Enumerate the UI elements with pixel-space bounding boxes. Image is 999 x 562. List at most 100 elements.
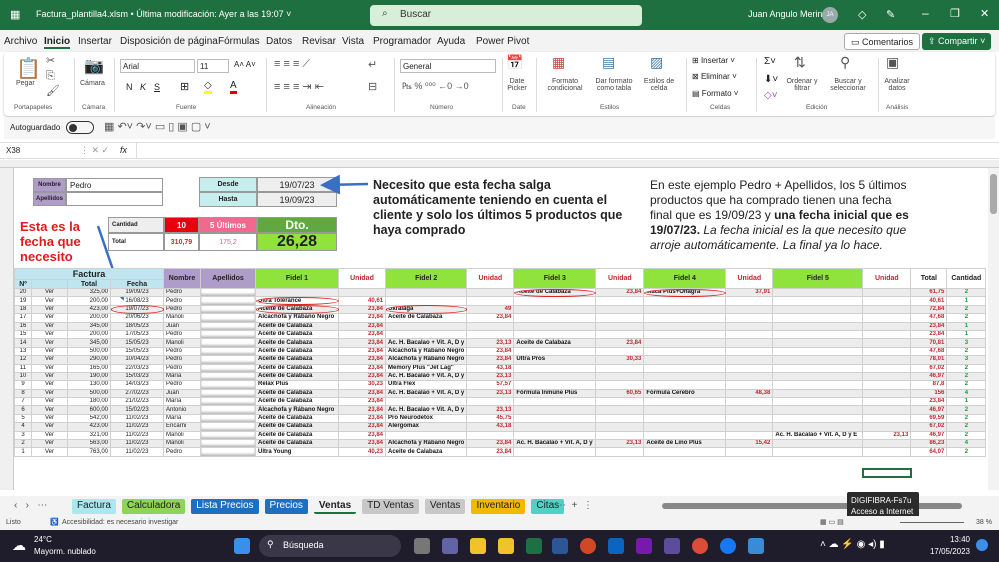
table-cell[interactable]	[595, 397, 645, 407]
table-cell[interactable]	[772, 355, 864, 365]
table-cell[interactable]	[200, 405, 256, 415]
table-cell[interactable]: Pedro	[163, 287, 201, 298]
table-cell[interactable]	[595, 422, 645, 432]
column-header[interactable]: Unidad	[466, 268, 515, 289]
table-cell[interactable]: 23,84	[466, 355, 515, 365]
table-cell[interactable]	[725, 380, 774, 390]
ver-link[interactable]: Ver	[31, 413, 68, 424]
table-cell[interactable]: 23,84	[338, 422, 386, 432]
ver-link[interactable]: Ver	[31, 439, 68, 449]
table-cell[interactable]: Pedro	[163, 329, 201, 340]
table-cell[interactable]: 15/05/23	[110, 338, 164, 348]
table-cell[interactable]: 57,57	[466, 380, 515, 390]
file-explorer-icon[interactable]	[470, 538, 486, 554]
table-cell[interactable]	[862, 329, 912, 340]
table-cell[interactable]: María	[163, 413, 201, 424]
table-cell[interactable]: 2	[946, 380, 987, 390]
table-cell[interactable]: 23,84	[338, 363, 386, 373]
table-cell[interactable]: Pedro	[163, 355, 201, 365]
table-cell[interactable]: 2	[946, 363, 987, 373]
table-cell[interactable]: 23,84	[338, 413, 386, 424]
clock-time[interactable]: 13:40	[920, 535, 970, 544]
taskbar-search[interactable]: ⚲ Búsqueda	[259, 535, 401, 557]
excel-icon[interactable]	[526, 538, 542, 554]
table-cell[interactable]	[862, 287, 912, 298]
table-cell[interactable]: 23,84	[466, 447, 515, 457]
table-cell[interactable]: Aceite de Calabaza	[255, 363, 339, 373]
table-cell[interactable]: 1	[946, 296, 987, 306]
table-cell[interactable]: 6	[14, 405, 32, 415]
table-cell[interactable]	[725, 405, 774, 415]
word-icon[interactable]	[552, 538, 568, 554]
column-header[interactable]: Fidel 1	[255, 268, 339, 289]
column-header[interactable]: Apellidos	[200, 268, 256, 289]
column-header[interactable]: Cantidad	[946, 268, 987, 289]
table-cell[interactable]	[862, 296, 912, 306]
table-cell[interactable]	[772, 397, 864, 407]
ver-link[interactable]: Ver	[31, 287, 68, 298]
ver-link[interactable]: Ver	[31, 304, 68, 315]
table-cell[interactable]: 500,00	[67, 388, 111, 399]
folder-icon[interactable]	[498, 538, 514, 554]
table-cell[interactable]: 61,75	[910, 287, 948, 298]
table-cell[interactable]	[862, 371, 912, 382]
zoom-level[interactable]: 38 %	[976, 519, 992, 526]
table-cell[interactable]: 542,00	[67, 413, 111, 424]
column-header[interactable]: Nº	[14, 279, 32, 289]
table-cell[interactable]: Pedro	[163, 380, 201, 390]
table-cell[interactable]: Aceite de Calabaza	[255, 430, 339, 441]
table-cell[interactable]	[200, 304, 256, 315]
table-cell[interactable]	[384, 430, 468, 441]
clock-date[interactable]: 17/05/2023	[912, 547, 970, 556]
factura-group-header[interactable]: Factura	[14, 268, 164, 280]
table-cell[interactable]: 43,18	[466, 363, 515, 373]
table-cell[interactable]: 23,84	[338, 397, 386, 407]
table-cell[interactable]: Ultra Young	[255, 447, 339, 457]
table-cell[interactable]	[513, 329, 597, 340]
ver-link[interactable]: Ver	[31, 422, 68, 432]
table-cell[interactable]	[595, 430, 645, 441]
table-cell[interactable]	[772, 405, 864, 415]
table-cell[interactable]: 78,01	[910, 355, 948, 365]
table-cell[interactable]: Manoli	[163, 338, 201, 348]
table-cell[interactable]: 200,00	[67, 296, 111, 306]
table-cell[interactable]: 23,84	[338, 405, 386, 415]
table-cell[interactable]: 60,65	[595, 388, 645, 399]
table-cell[interactable]: 27/02/23	[110, 388, 164, 399]
table-cell[interactable]	[384, 329, 468, 340]
table-cell[interactable]	[595, 321, 645, 331]
sheet-tab[interactable]: Factura	[72, 499, 116, 514]
table-cell[interactable]: 40,23	[338, 447, 386, 457]
table-cell[interactable]: 37,91	[725, 287, 774, 298]
table-cell[interactable]	[862, 397, 912, 407]
table-cell[interactable]: 2	[946, 346, 987, 357]
table-cell[interactable]: 13	[14, 346, 32, 357]
task-view-icon[interactable]	[414, 538, 430, 554]
table-cell[interactable]: Pedro	[163, 346, 201, 357]
photos-icon[interactable]	[748, 538, 764, 554]
table-cell[interactable]: 23,84	[338, 321, 386, 331]
table-cell[interactable]: 70,81	[910, 338, 948, 348]
table-cell[interactable]	[725, 355, 774, 365]
table-cell[interactable]: Fórmula Inmune Plus	[513, 388, 597, 399]
table-cell[interactable]: 19/09/23	[110, 287, 164, 298]
table-cell[interactable]: 1	[946, 397, 987, 407]
table-cell[interactable]: 3	[946, 338, 987, 348]
table-cell[interactable]: Ultra Pros	[513, 355, 597, 365]
table-cell[interactable]	[513, 413, 597, 424]
table-cell[interactable]	[466, 430, 515, 441]
ver-link[interactable]: Ver	[31, 329, 68, 340]
table-cell[interactable]	[862, 380, 912, 390]
table-cell[interactable]	[772, 413, 864, 424]
accessibility-status[interactable]: Accesibilidad: es necesario investigar	[62, 519, 178, 526]
table-cell[interactable]	[643, 313, 727, 323]
table-cell[interactable]	[725, 413, 774, 424]
table-cell[interactable]: 15,42	[725, 439, 774, 449]
table-cell[interactable]	[513, 430, 597, 441]
table-cell[interactable]	[643, 380, 727, 390]
table-cell[interactable]: 67,02	[910, 422, 948, 432]
table-cell[interactable]	[862, 405, 912, 415]
table-cell[interactable]	[200, 287, 256, 298]
weather-icon[interactable]: ☁	[12, 537, 26, 554]
table-cell[interactable]	[200, 388, 256, 399]
